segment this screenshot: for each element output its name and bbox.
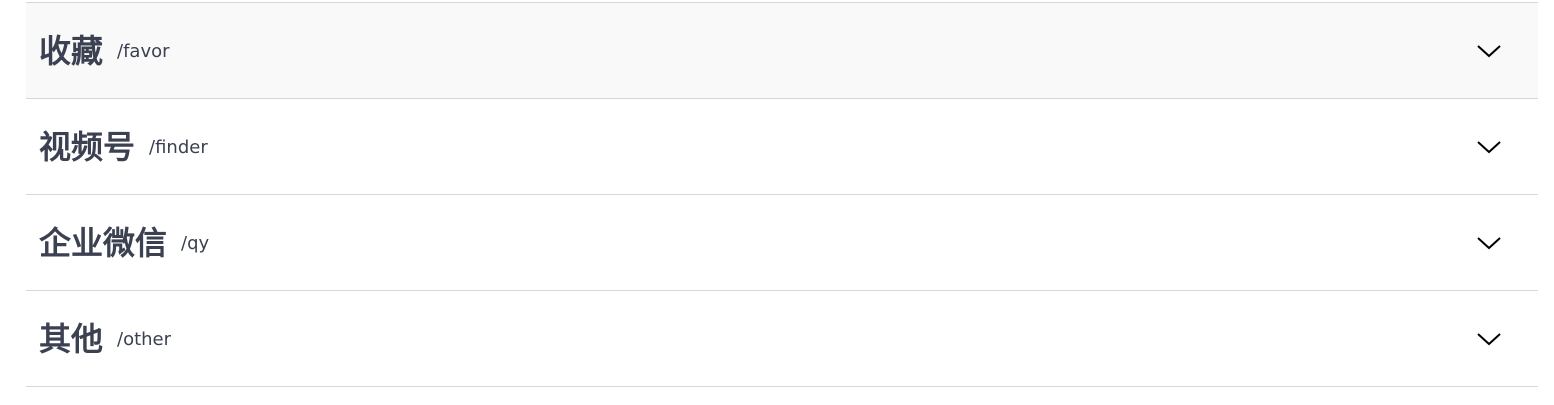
tag-path: /favor bbox=[117, 40, 170, 62]
tag-title: 收藏 bbox=[39, 31, 104, 70]
tag-path: /finder bbox=[149, 136, 208, 158]
tag-title: 其他 bbox=[39, 319, 104, 358]
chevron-down-icon[interactable] bbox=[1476, 139, 1502, 155]
tag-title: 企业微信 bbox=[39, 223, 168, 262]
tag-path: /other bbox=[117, 328, 172, 350]
tag-section-favor[interactable]: 收藏 /favor bbox=[26, 3, 1538, 99]
tag-section-qy[interactable]: 企业微信 /qy bbox=[26, 195, 1538, 291]
chevron-down-icon[interactable] bbox=[1476, 43, 1502, 59]
chevron-down-icon[interactable] bbox=[1476, 331, 1502, 347]
tag-section-other[interactable]: 其他 /other bbox=[26, 291, 1538, 387]
tag-section-finder[interactable]: 视频号 /finder bbox=[26, 99, 1538, 195]
api-tag-list: 收藏 /favor 视频号 /finder 企业微信 /qy 其他 /other bbox=[26, 2, 1538, 387]
tag-title: 视频号 bbox=[39, 127, 136, 166]
chevron-down-icon[interactable] bbox=[1476, 235, 1502, 251]
tag-path: /qy bbox=[181, 232, 210, 254]
